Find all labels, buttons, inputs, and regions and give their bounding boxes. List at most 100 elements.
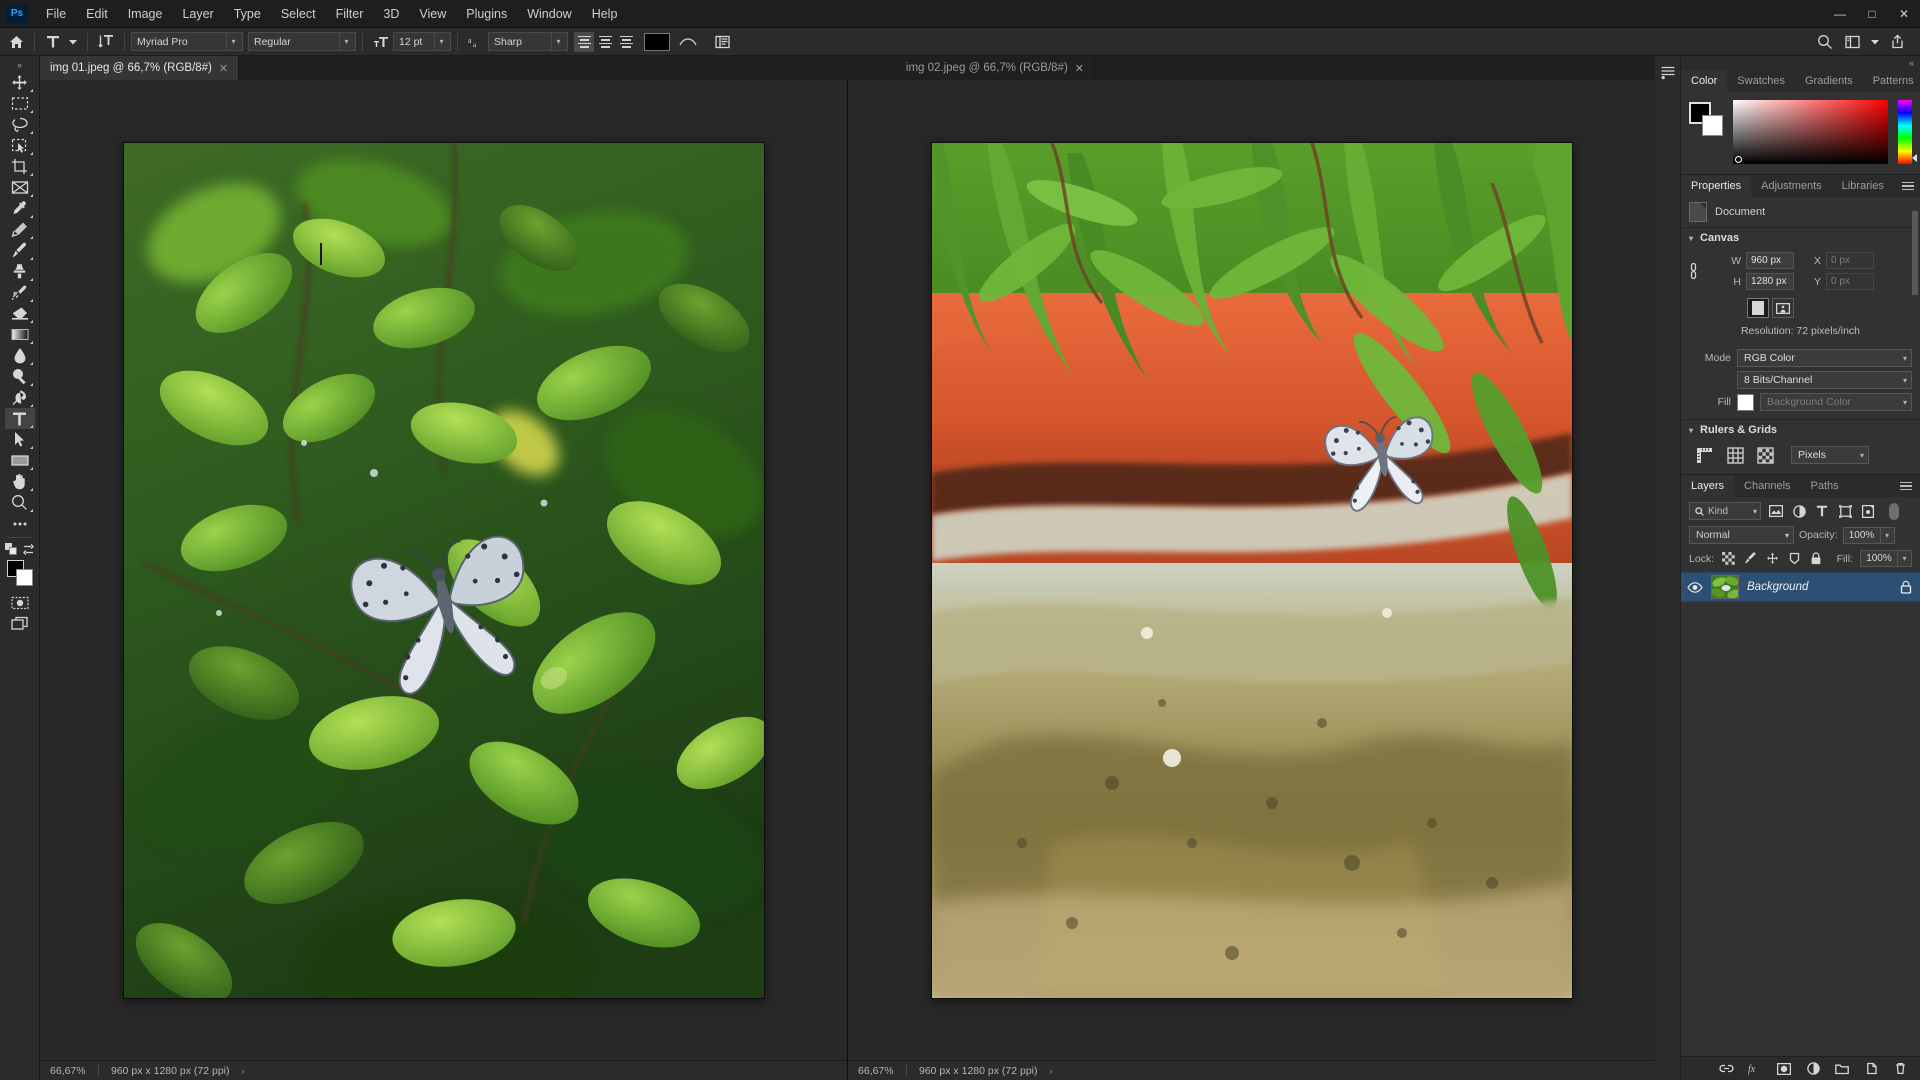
- tab-libraries[interactable]: Libraries: [1831, 175, 1894, 197]
- eraser-tool[interactable]: [5, 303, 35, 324]
- units-select[interactable]: Pixels ▾: [1791, 446, 1869, 464]
- tab-color[interactable]: Color: [1681, 70, 1728, 92]
- dock-collapse-button[interactable]: «: [1681, 56, 1920, 70]
- align-right-button[interactable]: [616, 32, 636, 52]
- bit-depth-select[interactable]: 8 Bits/Channel ▾: [1737, 371, 1912, 389]
- ruler-icon[interactable]: [1695, 446, 1715, 464]
- status-expand-1[interactable]: ›: [242, 1066, 245, 1076]
- align-left-button[interactable]: [574, 31, 594, 52]
- character-panel-icon[interactable]: [710, 31, 734, 53]
- default-colors-icon[interactable]: [4, 542, 18, 556]
- rectangle-tool[interactable]: [5, 450, 35, 471]
- eyedropper-tool[interactable]: [5, 198, 35, 219]
- minimize-button[interactable]: —: [1824, 0, 1856, 27]
- hand-tool[interactable]: [5, 471, 35, 492]
- image-canvas-2[interactable]: [931, 142, 1572, 998]
- warp-text-icon[interactable]: [676, 31, 700, 53]
- layer-thumbnail[interactable]: [1711, 575, 1739, 599]
- canvas-2[interactable]: [848, 80, 1655, 1060]
- lock-artboard-icon[interactable]: [1787, 551, 1802, 567]
- filter-toggle[interactable]: [1889, 502, 1899, 520]
- document-tab-2[interactable]: img 02.jpeg @ 66,7% (RGB/8#) ✕: [895, 56, 1095, 80]
- close-button[interactable]: ✕: [1888, 0, 1920, 27]
- tab-adjustments[interactable]: Adjustments: [1751, 175, 1832, 197]
- menu-plugins[interactable]: Plugins: [456, 0, 517, 27]
- layer-mask-icon[interactable]: [1776, 1061, 1792, 1077]
- history-brush-tool[interactable]: [5, 282, 35, 303]
- text-color-swatch[interactable]: [644, 32, 670, 51]
- share-icon[interactable]: [1884, 31, 1910, 53]
- chevron-down-icon[interactable]: [65, 31, 81, 53]
- edit-toolbar-button[interactable]: [5, 513, 35, 534]
- new-group-icon[interactable]: [1834, 1061, 1850, 1077]
- fill-color-swatch[interactable]: [1737, 393, 1754, 411]
- type-tool[interactable]: [4, 408, 35, 429]
- smart-object-filter-icon[interactable]: [1860, 503, 1876, 519]
- clone-stamp-tool[interactable]: [5, 261, 35, 282]
- quick-mask-button[interactable]: [5, 592, 35, 613]
- menu-select[interactable]: Select: [271, 0, 326, 27]
- menu-file[interactable]: File: [36, 0, 76, 27]
- pen-tool[interactable]: [5, 387, 35, 408]
- font-size-select[interactable]: 12 pt ▾: [393, 32, 451, 51]
- x-input[interactable]: 0 px: [1826, 252, 1874, 269]
- move-tool[interactable]: [5, 72, 35, 93]
- document-tab-1[interactable]: img 01.jpeg @ 66,7% (RGB/8#) ✕: [40, 56, 240, 80]
- healing-brush-tool[interactable]: [5, 219, 35, 240]
- menu-edit[interactable]: Edit: [76, 0, 118, 27]
- marquee-tool[interactable]: [5, 93, 35, 114]
- background-color-swatch[interactable]: [1702, 115, 1723, 136]
- foreground-background-colors[interactable]: [5, 560, 35, 588]
- zoom-level-1[interactable]: 66,67%: [40, 1065, 98, 1077]
- rulers-grids-section-header[interactable]: ▾ Rulers & Grids: [1681, 419, 1920, 440]
- hue-slider[interactable]: [1898, 100, 1917, 164]
- canvas-1[interactable]: [40, 80, 847, 1060]
- frame-tool[interactable]: [5, 177, 35, 198]
- opacity-input[interactable]: 100%: [1842, 526, 1881, 544]
- tab-gradients[interactable]: Gradients: [1795, 70, 1863, 92]
- menu-image[interactable]: Image: [118, 0, 173, 27]
- chevron-down-icon[interactable]: ▾: [1897, 550, 1912, 567]
- panel-menu-icon[interactable]: [1892, 475, 1920, 497]
- adjustment-layer-icon[interactable]: [1805, 1061, 1821, 1077]
- search-icon[interactable]: [1812, 31, 1838, 53]
- menu-layer[interactable]: Layer: [172, 0, 223, 27]
- mode-select[interactable]: RGB Color ▾: [1737, 349, 1912, 367]
- height-input[interactable]: 1280 px: [1746, 273, 1794, 290]
- new-layer-icon[interactable]: [1863, 1061, 1879, 1077]
- zoom-level-2[interactable]: 66,67%: [848, 1065, 906, 1077]
- menu-3d[interactable]: 3D: [373, 0, 409, 27]
- tab-channels[interactable]: Channels: [1734, 475, 1801, 497]
- layers-list-empty-area[interactable]: [1681, 602, 1920, 1056]
- object-selection-tool[interactable]: [5, 135, 35, 156]
- menu-view[interactable]: View: [409, 0, 456, 27]
- tab-paths[interactable]: Paths: [1800, 475, 1849, 497]
- y-input[interactable]: 0 px: [1826, 273, 1874, 290]
- menu-type[interactable]: Type: [224, 0, 271, 27]
- background-color-swatch[interactable]: [15, 569, 33, 586]
- font-family-select[interactable]: Myriad Pro ▾: [131, 32, 243, 51]
- adjustment-filter-icon[interactable]: [1791, 503, 1807, 519]
- tab-layers[interactable]: Layers: [1681, 475, 1735, 497]
- zoom-tool[interactable]: [5, 492, 35, 513]
- type-tool-icon[interactable]: [41, 31, 65, 53]
- anti-aliasing-select[interactable]: Sharp ▾: [488, 32, 568, 51]
- lock-all-icon[interactable]: [1809, 551, 1824, 567]
- lock-transparent-pixels-icon[interactable]: [1721, 551, 1736, 567]
- blur-tool[interactable]: [5, 345, 35, 366]
- close-icon[interactable]: ✕: [219, 62, 228, 75]
- portrait-icon[interactable]: [1747, 298, 1769, 318]
- screen-mode-button[interactable]: [5, 613, 35, 634]
- menu-filter[interactable]: Filter: [326, 0, 374, 27]
- chevron-down-icon[interactable]: [1868, 31, 1882, 53]
- delete-layer-icon[interactable]: [1892, 1061, 1908, 1077]
- lock-position-icon[interactable]: [1765, 551, 1780, 567]
- gradient-tool[interactable]: [5, 324, 35, 345]
- brush-tool[interactable]: [5, 240, 35, 261]
- crop-tool[interactable]: [5, 156, 35, 177]
- chevron-down-icon[interactable]: ▾: [1880, 526, 1895, 544]
- canvas-section-header[interactable]: ▾ Canvas: [1681, 227, 1920, 248]
- landscape-icon[interactable]: [1772, 298, 1794, 318]
- filter-kind-select[interactable]: Kind ▾: [1689, 502, 1761, 520]
- shape-filter-icon[interactable]: [1837, 503, 1853, 519]
